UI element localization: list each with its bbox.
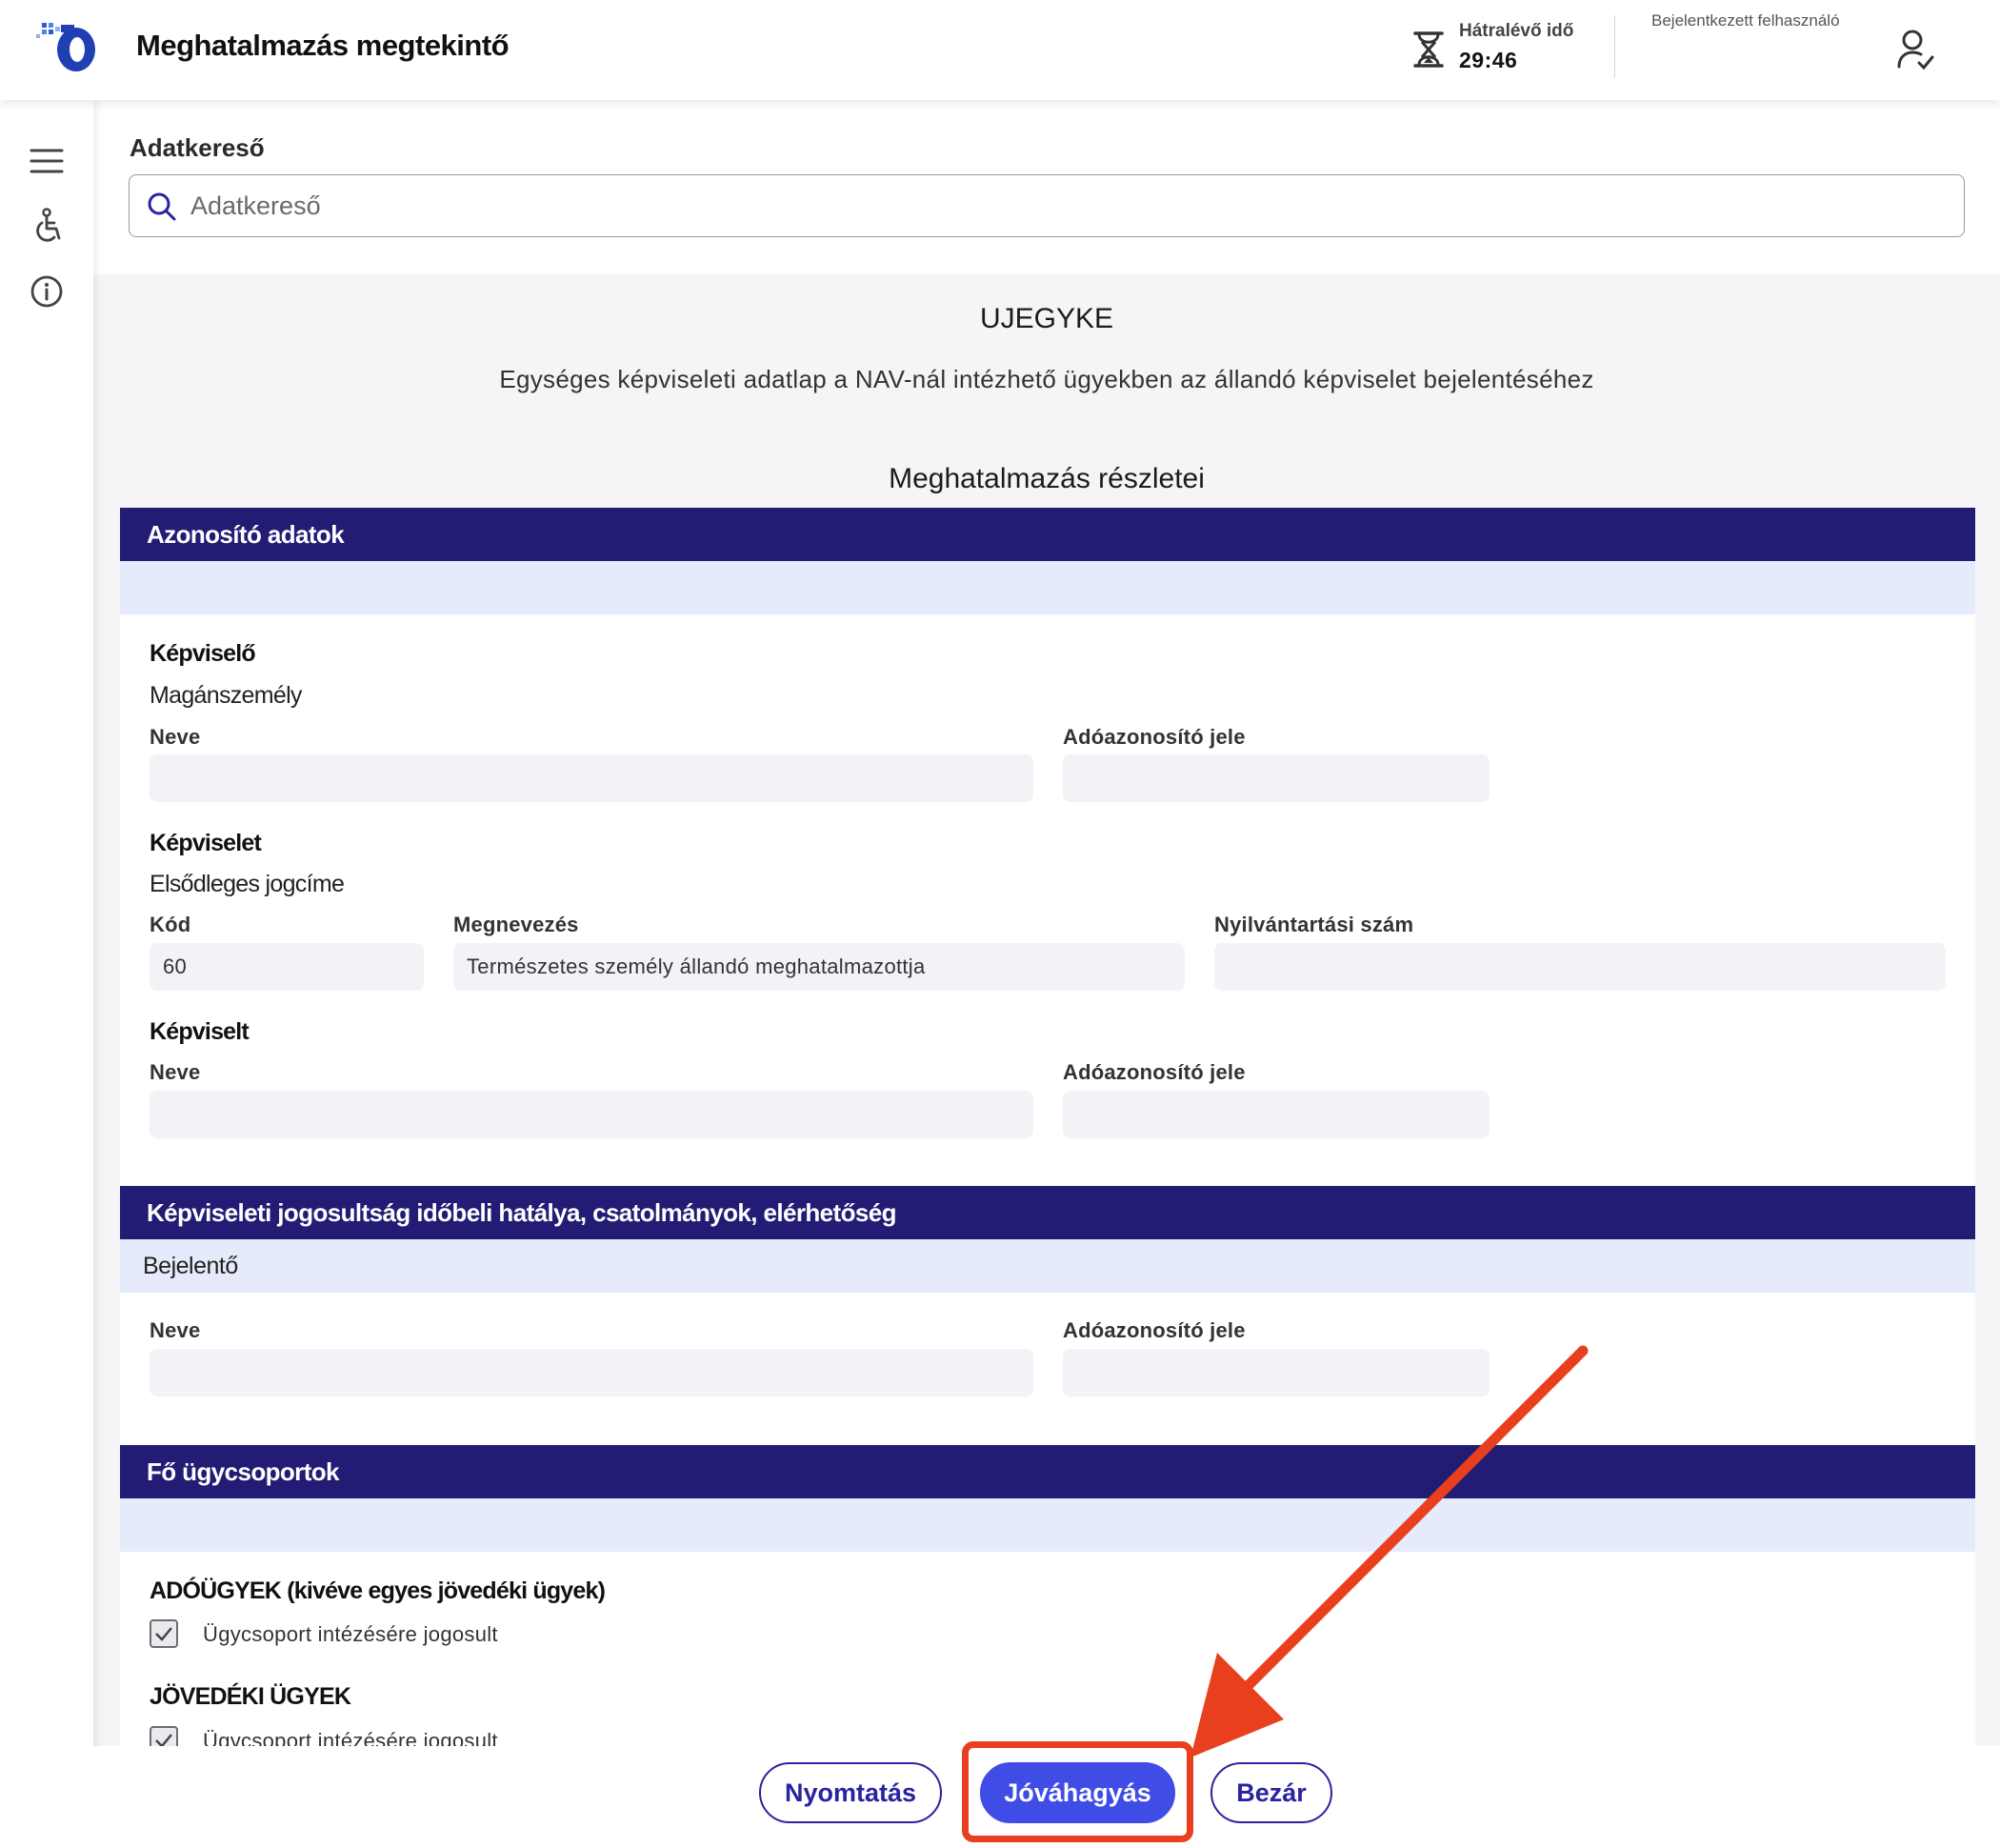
checkmark-icon [155, 1627, 172, 1641]
user-label: Bejelentkezett felhasználó [1651, 11, 1840, 30]
representation-name-field: Természetes személy állandó meghatalmazo… [453, 943, 1185, 991]
represented-name-field [150, 1091, 1033, 1138]
representative-type: Magánszemély [150, 682, 302, 709]
app-title: Meghatalmazás megtekintő [136, 29, 510, 62]
top-header: Meghatalmazás megtekintő Hátralévő idő 2… [0, 0, 2000, 100]
section-sub-notifier: Bejelentő [120, 1239, 1975, 1293]
search-input[interactable] [190, 183, 1905, 229]
timer-value: 29:46 [1459, 48, 1518, 72]
notifier-name-field [150, 1349, 1033, 1396]
user-check-icon[interactable] [1896, 29, 1934, 70]
document-code: UJEGYKE [979, 303, 1114, 334]
section-header-groups: Fő ügycsoportok [120, 1445, 1975, 1498]
group-checkbox[interactable] [150, 1619, 178, 1648]
search-label: Adatkereső [130, 133, 265, 162]
representative-taxid-field [1063, 754, 1490, 802]
representative-heading: Képviselő [150, 640, 256, 667]
registration-number-label: Nyilvántartási szám [1214, 913, 1414, 936]
representation-code-label: Kód [150, 913, 191, 936]
representative-taxid-label: Adóazonosító jele [1063, 725, 1246, 749]
timer-label: Hátralévő idő [1459, 21, 1574, 41]
info-icon[interactable] [29, 273, 65, 310]
section-header-validity: Képviseleti jogosultság időbeli hatálya,… [120, 1186, 1975, 1239]
hourglass-icon [1413, 31, 1444, 68]
representative-name-field [150, 754, 1033, 802]
section-header-identity: Azonosító adatok [120, 508, 1975, 561]
search-icon [148, 192, 176, 221]
notifier-taxid-label: Adóazonosító jele [1063, 1318, 1246, 1342]
search-field[interactable] [129, 174, 1965, 237]
notifier-name-label: Neve [150, 1318, 201, 1342]
group-title: ADÓÜGYEK (kivéve egyes jövedéki ügyek) [150, 1577, 606, 1604]
representation-heading: Képviselet [150, 830, 262, 856]
registration-number-field [1214, 943, 1946, 991]
approve-button[interactable]: Jóváhagyás [980, 1762, 1175, 1823]
print-button[interactable]: Nyomtatás [759, 1762, 942, 1823]
section-sub-identity [120, 561, 1975, 614]
representative-name-label: Neve [150, 725, 201, 749]
represented-taxid-field [1063, 1091, 1490, 1138]
group-title: JÖVEDÉKI ÜGYEK [150, 1683, 351, 1710]
accessibility-icon[interactable] [29, 208, 65, 244]
logo-icon[interactable] [36, 17, 103, 74]
details-title: Meghatalmazás részletei [889, 463, 1205, 494]
represented-taxid-label: Adóazonosító jele [1063, 1060, 1246, 1084]
menu-icon[interactable] [29, 143, 65, 179]
header-divider [1614, 15, 1615, 78]
represented-name-label: Neve [150, 1060, 201, 1084]
notifier-taxid-field [1063, 1349, 1490, 1396]
section-sub-groups [120, 1498, 1975, 1552]
group-checkbox-label: Ügycsoport intézésére jogosult [203, 1622, 498, 1646]
represented-heading: Képviselt [150, 1018, 250, 1045]
left-rail [0, 100, 93, 1848]
document-description: Egységes képviseleti adatlap a NAV-nál i… [499, 365, 1594, 393]
representation-code-field: 60 [150, 943, 424, 991]
representation-name-label: Megnevezés [453, 913, 579, 936]
close-button[interactable]: Bezár [1210, 1762, 1332, 1823]
representation-subheading: Elsődleges jogcíme [150, 871, 345, 897]
